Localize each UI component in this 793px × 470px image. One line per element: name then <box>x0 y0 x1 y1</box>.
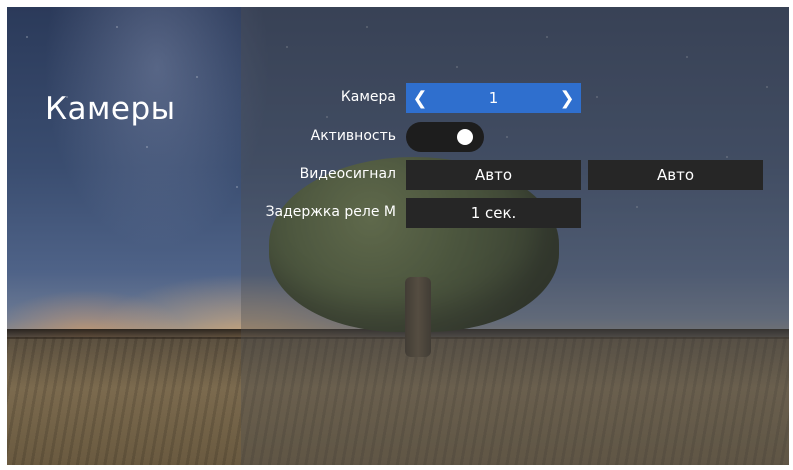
camera-settings-screen: Камеры Камера ❮ 1 ❯ Активность Видеосигн… <box>7 7 789 465</box>
relay-delay-field[interactable]: 1 сек. <box>406 198 581 228</box>
video-signal-field-2[interactable]: Авто <box>588 160 763 190</box>
camera-selector[interactable]: ❮ 1 ❯ <box>406 83 581 113</box>
title-panel: Камеры <box>7 7 241 465</box>
video-signal-field-1[interactable]: Авто <box>406 160 581 190</box>
settings-panel <box>241 7 789 465</box>
chevron-right-icon[interactable]: ❯ <box>555 83 579 113</box>
activity-label: Активность <box>310 128 396 144</box>
video-signal-label: Видеосигнал <box>299 166 396 182</box>
camera-label: Камера <box>340 89 396 105</box>
page-title: Камеры <box>45 91 176 127</box>
chevron-left-icon[interactable]: ❮ <box>408 83 432 113</box>
camera-number: 1 <box>488 89 499 107</box>
relay-delay-label: Задержка реле М <box>265 204 396 220</box>
activity-toggle[interactable] <box>406 122 484 152</box>
toggle-knob <box>457 129 473 145</box>
